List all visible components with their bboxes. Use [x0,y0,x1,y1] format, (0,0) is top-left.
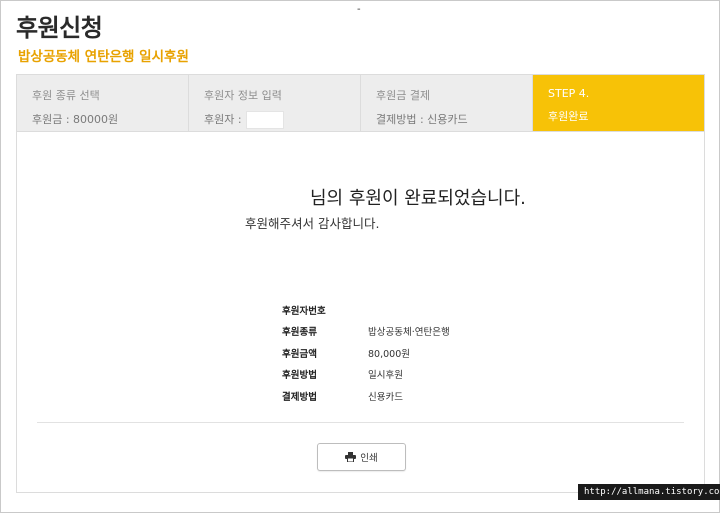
print-button-label: 인쇄 [360,453,378,464]
step-progress-bar: 후원 종류 선택 후원금 : 80000원 후원자 정보 입력 후원자 : 후원… [16,74,705,132]
printer-icon [345,452,357,463]
completion-panel: 님의 후원이 완료되었습니다. 후원해주셔서 감사합니다. 후원자번호 후원종류… [16,131,705,493]
detail-label: 후원종류 [282,327,317,339]
detail-value: 신용카드 [368,391,403,403]
page-title: 후원신청 [16,14,103,42]
detail-row-payment: 결제방법 신용카드 [282,385,450,407]
step-3-value: 결제방법 : 신용카드 [376,113,468,126]
step-2-donor-info: 후원자 정보 입력 후원자 : [189,75,361,131]
step-3-title: 후원금 결제 [376,89,431,102]
step-2-value: 후원자 : [204,111,360,129]
step-4-complete: STEP 4. 후원완료 [533,75,704,131]
step-4-value: 후원완료 [548,110,589,123]
top-mark: - [357,4,361,15]
step-1-title: 후원 종류 선택 [32,89,100,102]
divider [37,422,684,423]
redacted-donor-name [245,111,284,129]
step-1-value: 후원금 : 80000원 [32,113,119,126]
detail-label: 후원금액 [282,348,317,360]
detail-label: 결제방법 [282,391,317,403]
watermark: http://allmana.tistory.com [578,484,720,500]
step-3-payment: 후원금 결제 결제방법 : 신용카드 [361,75,533,131]
detail-label: 후원방법 [282,370,317,382]
donation-details-table: 후원자번호 후원종류 밥상공동체·연탄은행 후원금액 80,000원 후원방법 … [282,299,450,407]
step-2-title: 후원자 정보 입력 [204,89,282,102]
thank-you-message: 후원해주셔서 감사합니다. [245,216,380,231]
detail-value: 밥상공동체·연탄은행 [368,327,450,339]
detail-row-amount: 후원금액 80,000원 [282,342,450,364]
detail-row-donor-number: 후원자번호 [282,299,450,321]
detail-value [368,299,450,321]
detail-row-method: 후원방법 일시후원 [282,364,450,386]
step-4-title: STEP 4. [548,87,590,100]
step-2-value-label: 후원자 : [204,113,242,126]
page-subtitle: 밥상공동체 연탄은행 일시후원 [18,49,189,65]
completion-message: 님의 후원이 완료되었습니다. [310,188,526,209]
detail-value: 80,000원 [368,348,410,360]
detail-row-donation-type: 후원종류 밥상공동체·연탄은행 [282,321,450,343]
detail-value: 일시후원 [368,370,403,382]
detail-label: 후원자번호 [282,305,326,317]
step-1-select-type: 후원 종류 선택 후원금 : 80000원 [17,75,189,131]
print-button[interactable]: 인쇄 [317,443,406,471]
